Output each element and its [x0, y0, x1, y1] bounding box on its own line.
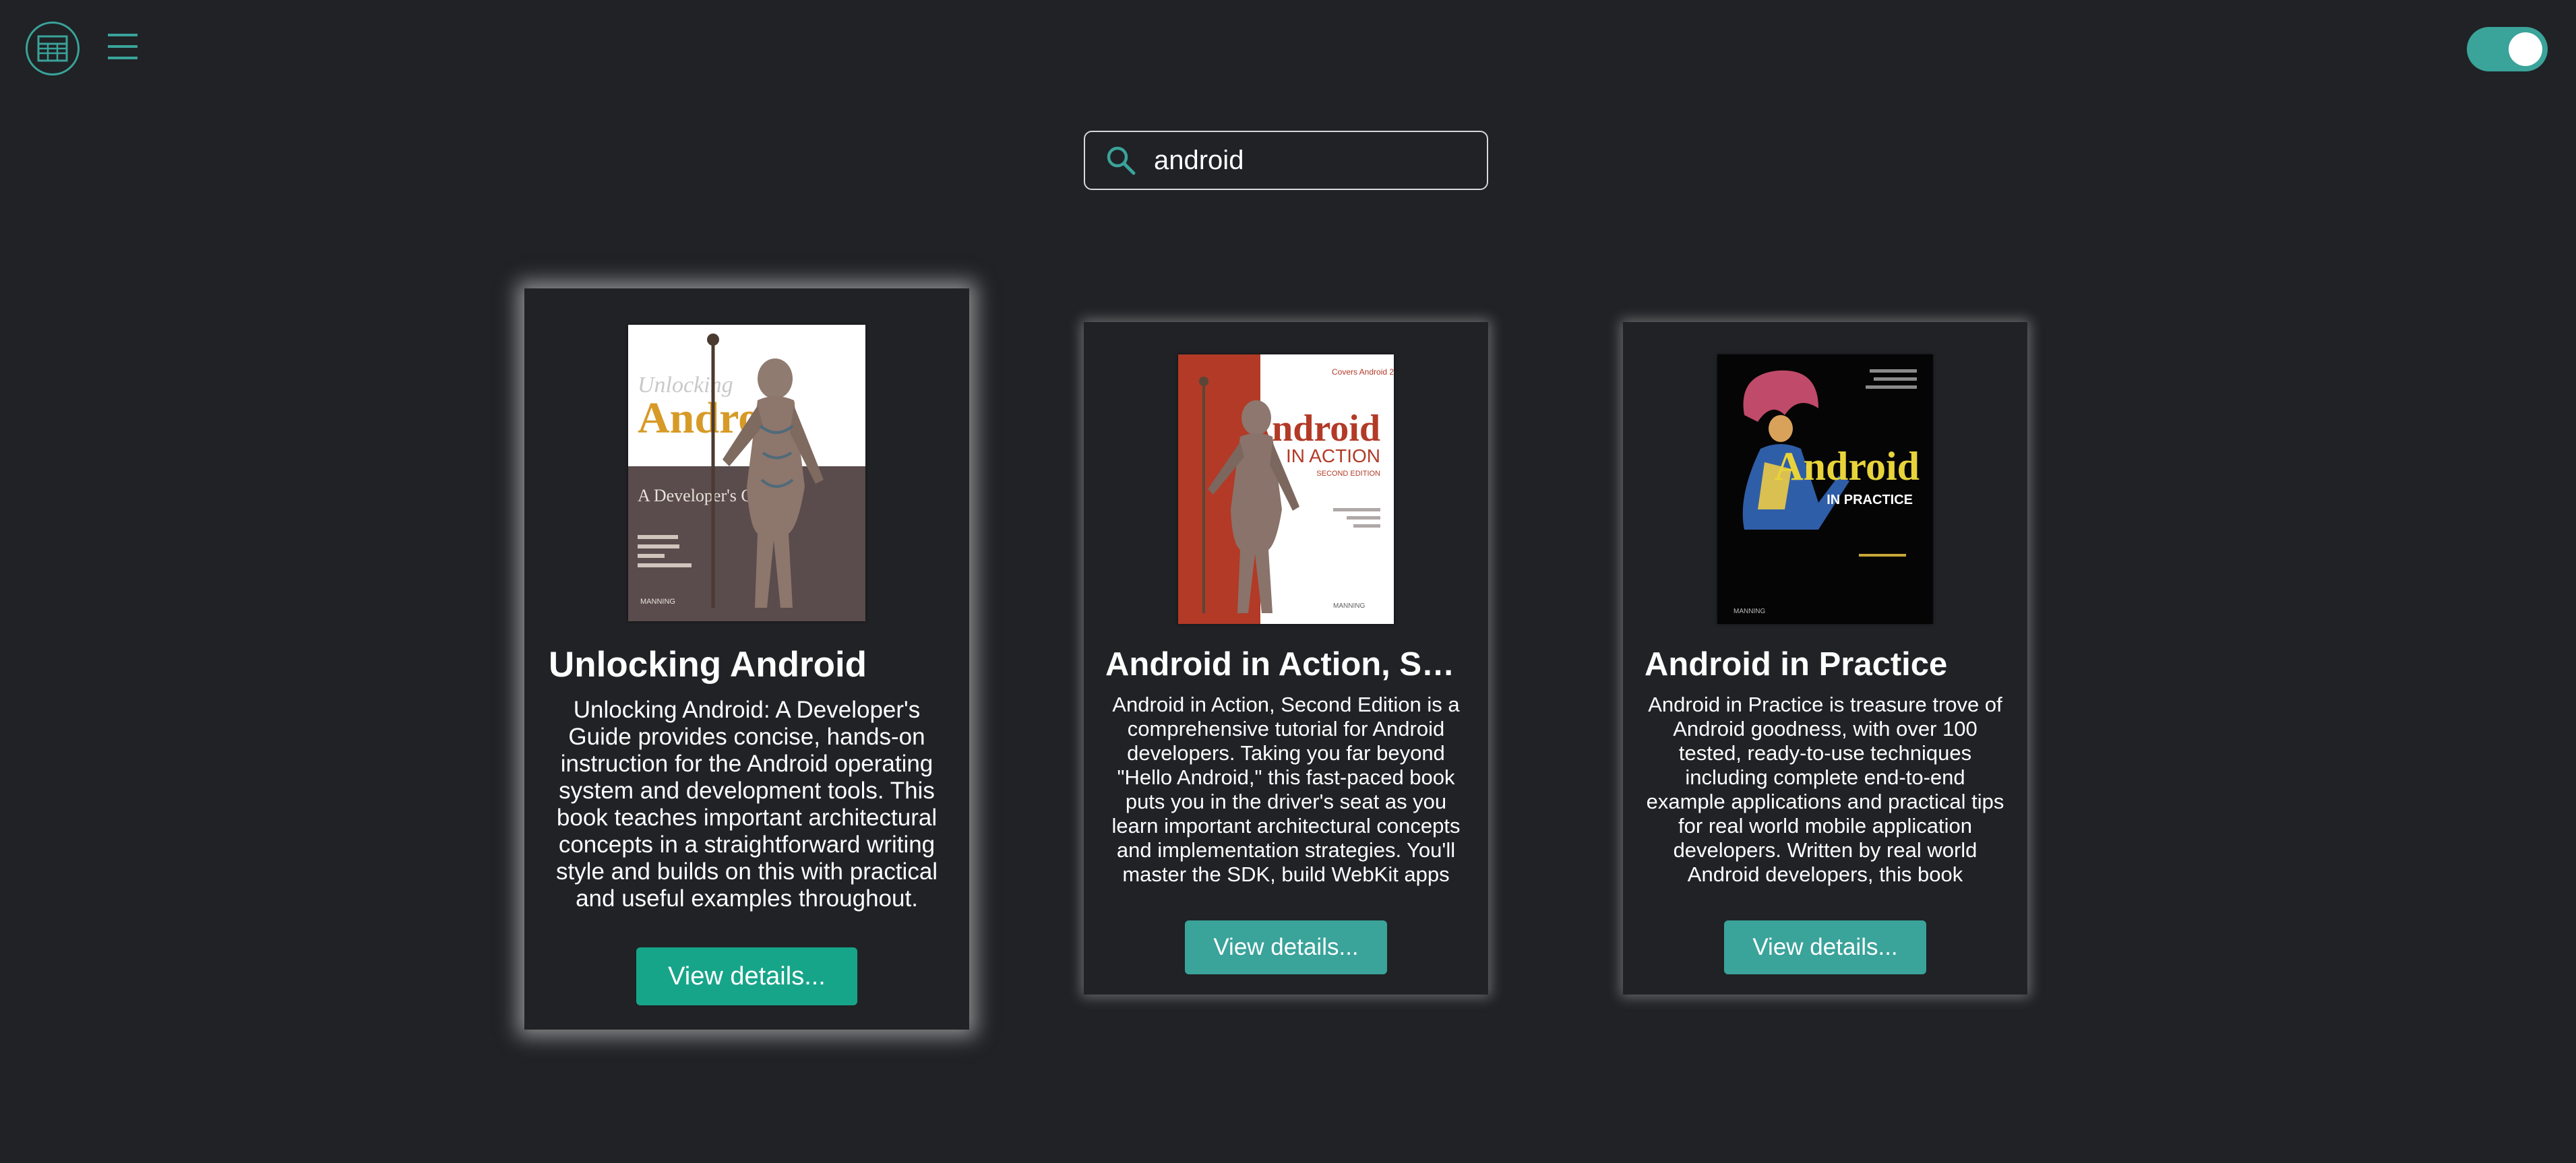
book-cover-image[interactable]: Android IN PRACTICE MANNING — [1717, 354, 1933, 624]
svg-text:SECOND EDITION: SECOND EDITION — [1316, 470, 1380, 478]
book-title: Android in Action, Second Edition — [1105, 646, 1467, 683]
menu-button[interactable] — [105, 31, 140, 62]
app-page: Unlocking Android A Developer's Guide MA… — [0, 0, 2576, 1163]
svg-text:Covers Android 2: Covers Android 2 — [1332, 367, 1394, 377]
book-cover-image[interactable]: Unlocking Android A Developer's Guide MA… — [628, 325, 865, 621]
book-title: Android in Practice — [1645, 646, 1948, 683]
svg-text:IN PRACTICE: IN PRACTICE — [1827, 493, 1913, 507]
grid-view-button[interactable] — [26, 22, 80, 75]
book-description: Unlocking Android: A Developer's Guide p… — [555, 697, 938, 912]
search-input[interactable] — [1154, 145, 1464, 176]
svg-text:Android: Android — [1774, 444, 1920, 489]
view-details-button[interactable]: View details... — [1185, 920, 1387, 974]
book-card-android-in-practice[interactable]: Android IN PRACTICE MANNING Android in P… — [1623, 322, 2027, 995]
book-title: Unlocking Android — [549, 645, 867, 685]
theme-toggle-switch[interactable] — [2467, 27, 2548, 71]
book-card-unlocking-android[interactable]: Unlocking Android A Developer's Guide MA… — [524, 288, 969, 1030]
svg-text:MANNING: MANNING — [640, 598, 675, 606]
book-description: Android in Action, Second Edition is a c… — [1111, 693, 1461, 886]
search-icon — [1107, 146, 1136, 175]
svg-text:IN ACTION: IN ACTION — [1286, 445, 1380, 466]
view-details-button[interactable]: View details... — [1724, 920, 1926, 974]
hamburger-menu-icon — [108, 34, 137, 59]
view-details-button[interactable]: View details... — [636, 947, 857, 1005]
svg-text:MANNING: MANNING — [1333, 602, 1365, 610]
search-box — [1084, 131, 1488, 190]
book-card-android-in-action[interactable]: Covers Android 2 Android IN ACTION SECON… — [1084, 322, 1488, 995]
book-cover-image[interactable]: Covers Android 2 Android IN ACTION SECON… — [1178, 354, 1394, 624]
toggle-knob — [2509, 32, 2542, 66]
table-grid-icon — [37, 35, 68, 62]
svg-text:MANNING: MANNING — [1734, 608, 1765, 615]
book-description: Android in Practice is treasure trove of… — [1646, 693, 2004, 886]
